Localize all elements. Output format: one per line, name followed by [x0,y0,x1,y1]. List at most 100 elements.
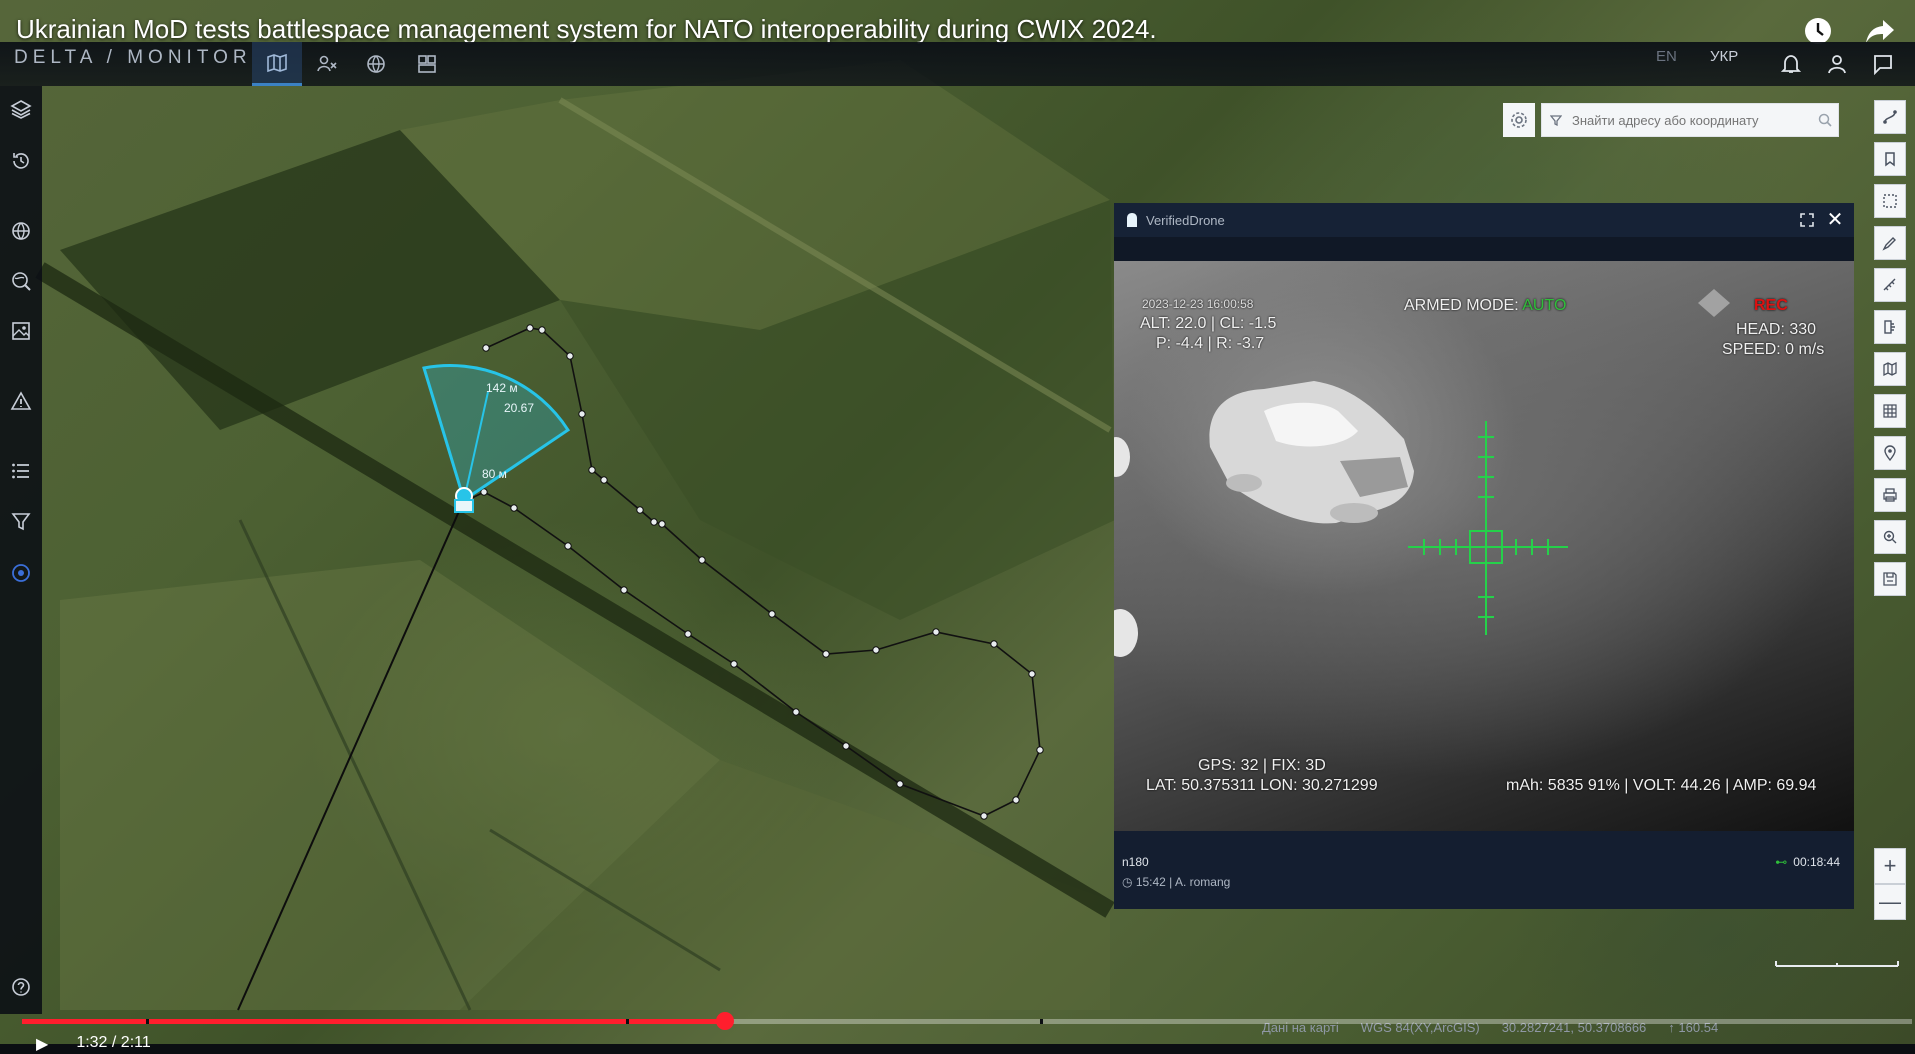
history-button[interactable] [4,144,38,178]
waypoint[interactable] [822,650,830,658]
sector-label-radius: 80 м [482,467,507,481]
waypoint[interactable] [768,610,776,618]
waypoint[interactable] [842,742,850,750]
waypoint[interactable] [578,410,586,418]
bookmark-button[interactable] [1874,142,1906,176]
search-filter-icon[interactable] [1542,114,1570,126]
draw-icon [1882,237,1896,251]
warning-button[interactable] [4,384,38,418]
video-progress-fill [22,1019,726,1024]
waypoint[interactable] [566,352,574,360]
chapter-marker [626,1019,629,1024]
waypoint[interactable] [650,518,658,526]
play-icon[interactable]: ▶ [36,1034,48,1054]
nav-users-map-button[interactable] [302,42,352,86]
sector-label-angle: 20.67 [504,401,534,415]
waypoint[interactable] [538,326,546,334]
zoom-in-button[interactable]: + [1874,848,1906,884]
waypoint[interactable] [1012,796,1020,804]
help-button[interactable] [4,970,38,1004]
waypoint[interactable] [872,646,880,654]
crosshair-reticle [1408,421,1568,635]
left-sidebar [0,86,42,1014]
lang-en[interactable]: EN [1656,48,1677,65]
waypoint[interactable] [482,344,490,352]
waypoint[interactable] [564,542,572,550]
osd-armed-label: ARMED MODE: [1404,297,1519,314]
waypoint[interactable] [932,628,940,636]
waypoint[interactable] [730,660,738,668]
pin-button[interactable] [1874,436,1906,470]
sector-label-range: 142 м [486,381,518,395]
waypoint[interactable] [658,520,666,528]
waypoint[interactable] [510,504,518,512]
thermal-object-edge [1114,437,1130,477]
filter-button[interactable] [4,504,38,538]
close-icon[interactable]: ✕ [1824,208,1846,231]
nav-map-button[interactable] [252,42,302,86]
select-area-button[interactable] [1874,184,1906,218]
waypoint[interactable] [896,780,904,788]
grid-overlay-button[interactable] [1874,394,1906,428]
list-button[interactable] [4,454,38,488]
bell-icon[interactable] [1777,44,1805,84]
osd-latlon: LAT: 50.375311 LON: 30.271299 [1146,777,1378,794]
waypoint[interactable] [1028,670,1036,678]
waypoint[interactable] [684,630,692,638]
target-button[interactable] [4,556,38,590]
user-icon[interactable] [1823,44,1851,84]
globe-button[interactable] [4,214,38,248]
video-progress-bar[interactable] [22,1012,1912,1030]
ruler-icon [1884,320,1895,334]
drone-id: n180 [1122,855,1149,869]
ruler-button[interactable] [1874,310,1906,344]
map-settings-button[interactable] [1503,103,1535,137]
drone-meta-text: 15:42 | A. romang [1135,875,1231,889]
waypoint[interactable] [980,812,988,820]
image-button[interactable] [4,314,38,348]
waypoint[interactable] [600,476,608,484]
waypoint[interactable] [636,506,644,514]
draw-button[interactable] [1874,226,1906,260]
nav-globe-button[interactable] [352,42,402,86]
osd-rec: REC [1754,297,1788,314]
waypoint[interactable] [526,324,534,332]
stream-duration: ⊷ 00:18:44 [1775,855,1840,869]
message-icon[interactable] [1869,44,1897,84]
video-title: Ukrainian MoD tests battlespace manageme… [16,14,1157,44]
save-button[interactable] [1874,562,1906,596]
waypoint[interactable] [698,556,706,564]
expand-icon[interactable] [1796,209,1818,231]
drone-video-feed[interactable]: 2023-12-23 16:00:58 ALT: 22.0 | CL: -1.5… [1114,261,1854,831]
osd-armed-mode: ARMED MODE: AUTO [1404,297,1566,315]
zoom-area-button[interactable] [1874,520,1906,554]
waypoint[interactable] [990,640,998,648]
drone-marker-icon[interactable] [454,487,474,513]
waypoint[interactable] [792,708,800,716]
nav-grid-button[interactable] [402,42,452,86]
waypoint[interactable] [1036,746,1044,754]
app-topbar: DELTA / MONITOR EN УКР [0,42,1915,86]
map-layers-icon [1883,361,1897,377]
measure-button[interactable] [1874,268,1906,302]
zoom-out-button[interactable]: — [1874,884,1906,920]
search-input[interactable] [1570,111,1812,129]
layers-button[interactable] [4,92,38,126]
drone-panel-header[interactable]: VerifiedDrone ✕ [1114,203,1854,237]
route-button[interactable] [1874,100,1906,134]
player-controls: ▶ 1:32 / 2:11 [36,1034,151,1054]
grid-icon [418,55,436,73]
world-search-button[interactable] [4,264,38,298]
map-layers-button[interactable] [1874,352,1906,386]
bookmark-icon [1885,152,1895,167]
osd-gps: GPS: 32 | FIX: 3D [1198,757,1326,774]
search-icon[interactable] [1812,113,1838,127]
waypoint[interactable] [620,586,628,594]
video-scrubber[interactable] [716,1012,735,1030]
waypoint[interactable] [588,466,596,474]
top-nav [252,42,452,86]
help-icon [12,978,30,996]
print-button[interactable] [1874,478,1906,512]
lang-ua[interactable]: УКР [1710,48,1738,65]
zoom-controls: + — [1874,848,1906,920]
